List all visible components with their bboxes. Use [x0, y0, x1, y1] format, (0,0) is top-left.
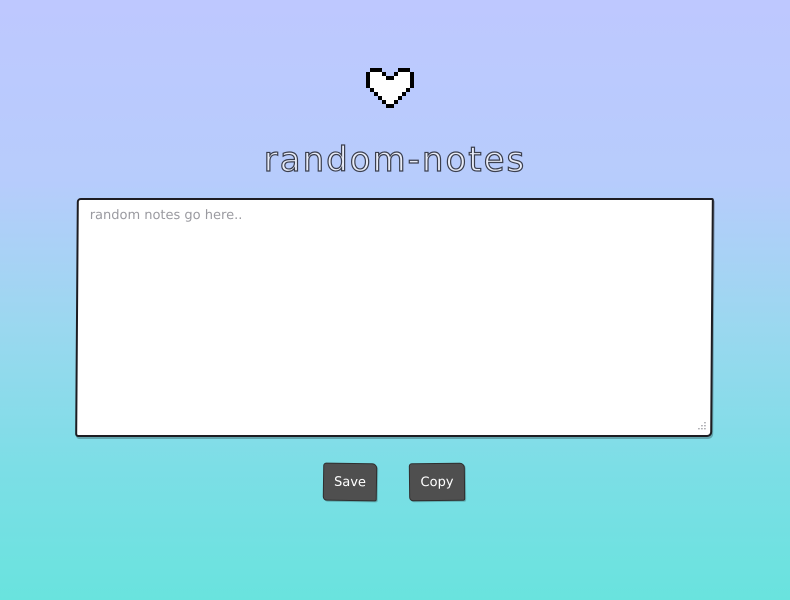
resize-grip-icon[interactable]	[695, 420, 707, 432]
copy-button[interactable]: Copy	[408, 462, 466, 502]
pixel-heart-icon	[366, 64, 422, 116]
save-button[interactable]: Save	[322, 462, 378, 502]
notes-textarea[interactable]	[77, 200, 712, 435]
notes-textarea-container	[75, 198, 714, 437]
page-title: random-notes	[263, 139, 527, 180]
